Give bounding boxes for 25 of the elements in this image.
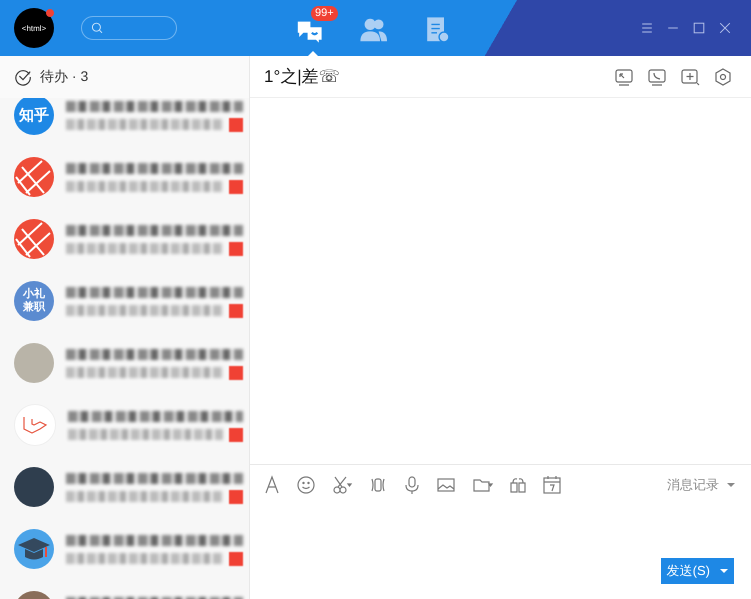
chat-title: 1°之|差☏ [264, 66, 340, 88]
message-input[interactable]: 发送(S) [250, 505, 751, 599]
logo-text: <html> [22, 24, 46, 32]
conversation-item[interactable]: 小礼兼职 [0, 270, 249, 332]
calendar-icon[interactable] [542, 475, 562, 495]
search-field[interactable] [81, 16, 177, 40]
check-circle-icon [14, 68, 32, 86]
settings-icon[interactable] [713, 66, 733, 86]
gift-boxes-icon[interactable] [508, 475, 528, 495]
screen-share-icon[interactable] [614, 66, 634, 86]
emoji-icon[interactable] [296, 475, 316, 495]
message-history-link[interactable]: 消息记录 [667, 476, 735, 494]
profile-avatar[interactable]: <html> [14, 8, 54, 48]
people-icon [359, 16, 387, 44]
add-member-icon[interactable] [680, 66, 700, 86]
send-button[interactable]: 发送(S) [660, 558, 734, 584]
avatar-text: 知乎 [14, 98, 54, 135]
maximize-icon[interactable] [691, 20, 707, 36]
avatar-text: 小礼兼职 [14, 281, 54, 321]
close-icon[interactable] [717, 20, 733, 36]
caret-icon [727, 483, 735, 487]
conversation-item[interactable]: 知乎 [0, 98, 249, 146]
caret-icon [720, 569, 728, 573]
phone-icon[interactable] [647, 66, 667, 86]
unread-count-badge: 99+ [311, 6, 338, 21]
